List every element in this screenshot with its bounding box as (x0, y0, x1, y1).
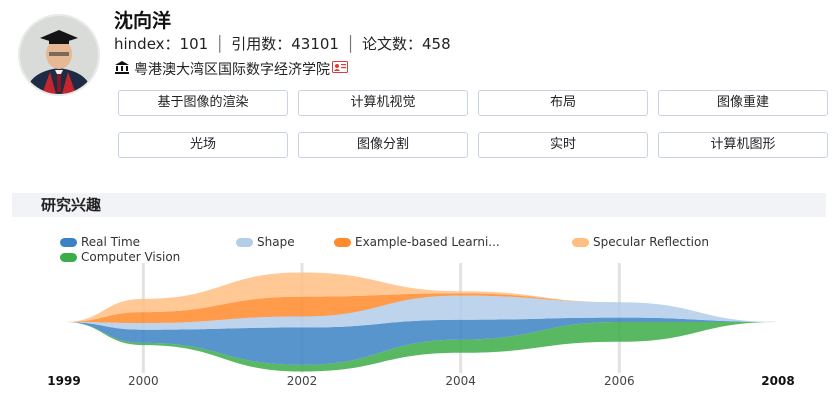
profile-name: 沈向洋 (114, 10, 172, 32)
stats-divider: │ (345, 35, 355, 53)
interest-tag[interactable]: 计算机图形 (658, 132, 828, 158)
papers-label: 论文数： (361, 35, 422, 53)
x-tick-label: 2008 (761, 374, 794, 388)
interest-tag[interactable]: 光场 (118, 132, 288, 158)
avatar[interactable] (18, 14, 100, 96)
interest-tag[interactable]: 图像分割 (298, 132, 468, 158)
x-tick-label: 2006 (604, 374, 635, 388)
contact-card-icon[interactable] (332, 61, 348, 77)
papers-value: 458 (422, 35, 451, 53)
interest-tag[interactable]: 实时 (478, 132, 648, 158)
interest-tag[interactable]: 计算机视觉 (298, 90, 468, 116)
interest-tag[interactable]: 布局 (478, 90, 648, 116)
citations-value: 43101 (291, 35, 339, 53)
citations-label: 引用数： (231, 35, 292, 53)
hindex-label: hindex： (114, 35, 180, 53)
hindex-value: 101 (179, 35, 209, 53)
x-tick-label: 2002 (287, 374, 318, 388)
institution-icon (114, 60, 130, 78)
x-tick-label: 2004 (445, 374, 476, 388)
x-tick-label: 2000 (128, 374, 159, 388)
affiliation-text[interactable]: 粤港澳大湾区国际数字经济学院 (134, 59, 330, 79)
interest-tag[interactable]: 图像重建 (658, 90, 828, 116)
affiliation: 粤港澳大湾区国际数字经济学院 (114, 59, 348, 79)
stats-divider: │ (215, 35, 225, 53)
interest-tag[interactable]: 基于图像的渲染 (118, 90, 288, 116)
profile-stats: hindex：101 │ 引用数：43101 │ 论文数：458 (114, 33, 451, 54)
research-interest-chart: 1999 2000 2002 2004 2006 2008 (47, 263, 795, 388)
x-tick-label: 1999 (47, 374, 80, 388)
